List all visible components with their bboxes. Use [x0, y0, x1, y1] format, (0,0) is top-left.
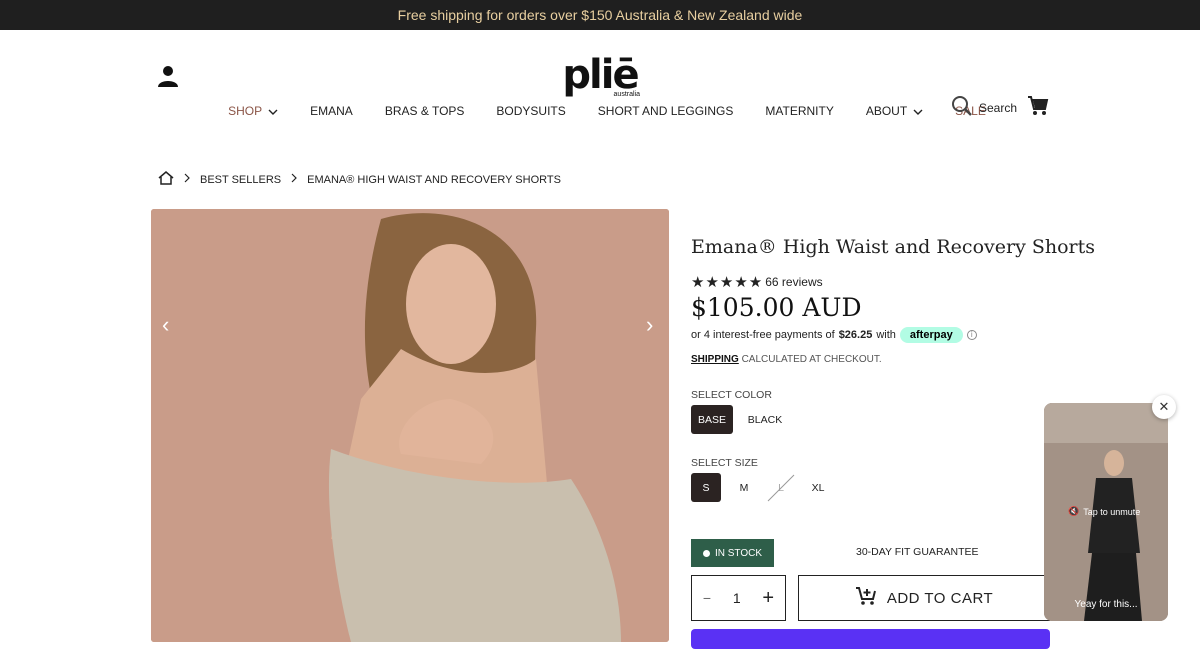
product-rating[interactable]: ★★★★★ 66 reviews: [691, 273, 823, 291]
site-header: pliē australia Search: [0, 30, 1200, 116]
close-video-button[interactable]: ✕: [1152, 395, 1176, 419]
breadcrumb-link-best-sellers[interactable]: BEST SELLERS: [200, 174, 281, 186]
size-option-xl[interactable]: XL: [803, 473, 833, 502]
reviews-count: 66 reviews: [765, 275, 823, 289]
info-icon[interactable]: i: [966, 330, 977, 340]
muted-speaker-icon: 🔇: [1068, 506, 1080, 516]
afterpay-logo: afterpay: [899, 327, 963, 343]
search-label: Search: [979, 100, 1018, 115]
shop-pay-button[interactable]: [691, 629, 1050, 649]
afterpay-info: or 4 interest-free payments of $26.25 wi…: [691, 327, 977, 343]
size-option-m[interactable]: M: [729, 473, 759, 502]
size-label: SELECT SIZE: [691, 457, 758, 469]
color-label: SELECT COLOR: [691, 389, 772, 401]
color-option-black[interactable]: BLACK: [742, 405, 788, 434]
announcement-text: Free shipping for orders over $150 Austr…: [397, 7, 803, 23]
home-icon[interactable]: [158, 171, 174, 188]
prev-image-arrow[interactable]: ‹: [162, 312, 169, 338]
search-icon: [951, 95, 973, 120]
qty-plus-button[interactable]: +: [762, 587, 774, 610]
search-button[interactable]: Search: [951, 95, 1017, 120]
qty-value[interactable]: 1: [733, 590, 741, 606]
site-logo[interactable]: pliē australia: [556, 53, 644, 98]
shipping-link[interactable]: SHIPPING: [691, 354, 739, 365]
sold-out-strike-icon: [767, 474, 795, 502]
cart-plus-icon: [855, 586, 877, 610]
product-title: Emana® High Waist and Recovery Shorts: [691, 236, 1096, 258]
cart-icon[interactable]: [1027, 95, 1049, 122]
fit-guarantee: 30-DAY FIT GUARANTEE: [856, 546, 979, 558]
breadcrumb-current: EMANA® HIGH WAIST AND RECOVERY SHORTS: [307, 173, 561, 186]
video-caption: Yeay for this...: [1074, 599, 1138, 610]
star-rating-icon: ★★★★★: [691, 274, 764, 291]
tap-to-unmute[interactable]: 🔇 Tap to unmute: [1068, 506, 1140, 517]
qty-minus-button[interactable]: −: [703, 590, 711, 606]
video-widget[interactable]: 🔇 Tap to unmute Yeay for this...: [1044, 403, 1168, 621]
quantity-stepper: − 1 +: [691, 575, 786, 621]
stock-badge: IN STOCK: [691, 539, 774, 567]
color-option-base[interactable]: BASE: [691, 405, 733, 434]
product-image[interactable]: [151, 209, 669, 642]
size-option-s[interactable]: S: [691, 473, 721, 502]
shipping-note: SHIPPING CALCULATED AT CHECKOUT.: [691, 354, 882, 365]
account-icon[interactable]: [158, 65, 178, 87]
close-icon: ✕: [1158, 399, 1170, 414]
announcement-bar: Free shipping for orders over $150 Austr…: [0, 0, 1200, 30]
chevron-right-icon: [184, 173, 190, 186]
product-price: $105.00 AUD: [691, 293, 862, 322]
next-image-arrow[interactable]: ›: [646, 312, 653, 338]
stock-dot-icon: [702, 549, 710, 557]
add-to-cart-button[interactable]: ADD TO CART: [798, 575, 1050, 621]
chevron-right-icon: [291, 173, 297, 186]
breadcrumb: BEST SELLERS EMANA® HIGH WAIST AND RECOV…: [158, 171, 561, 188]
